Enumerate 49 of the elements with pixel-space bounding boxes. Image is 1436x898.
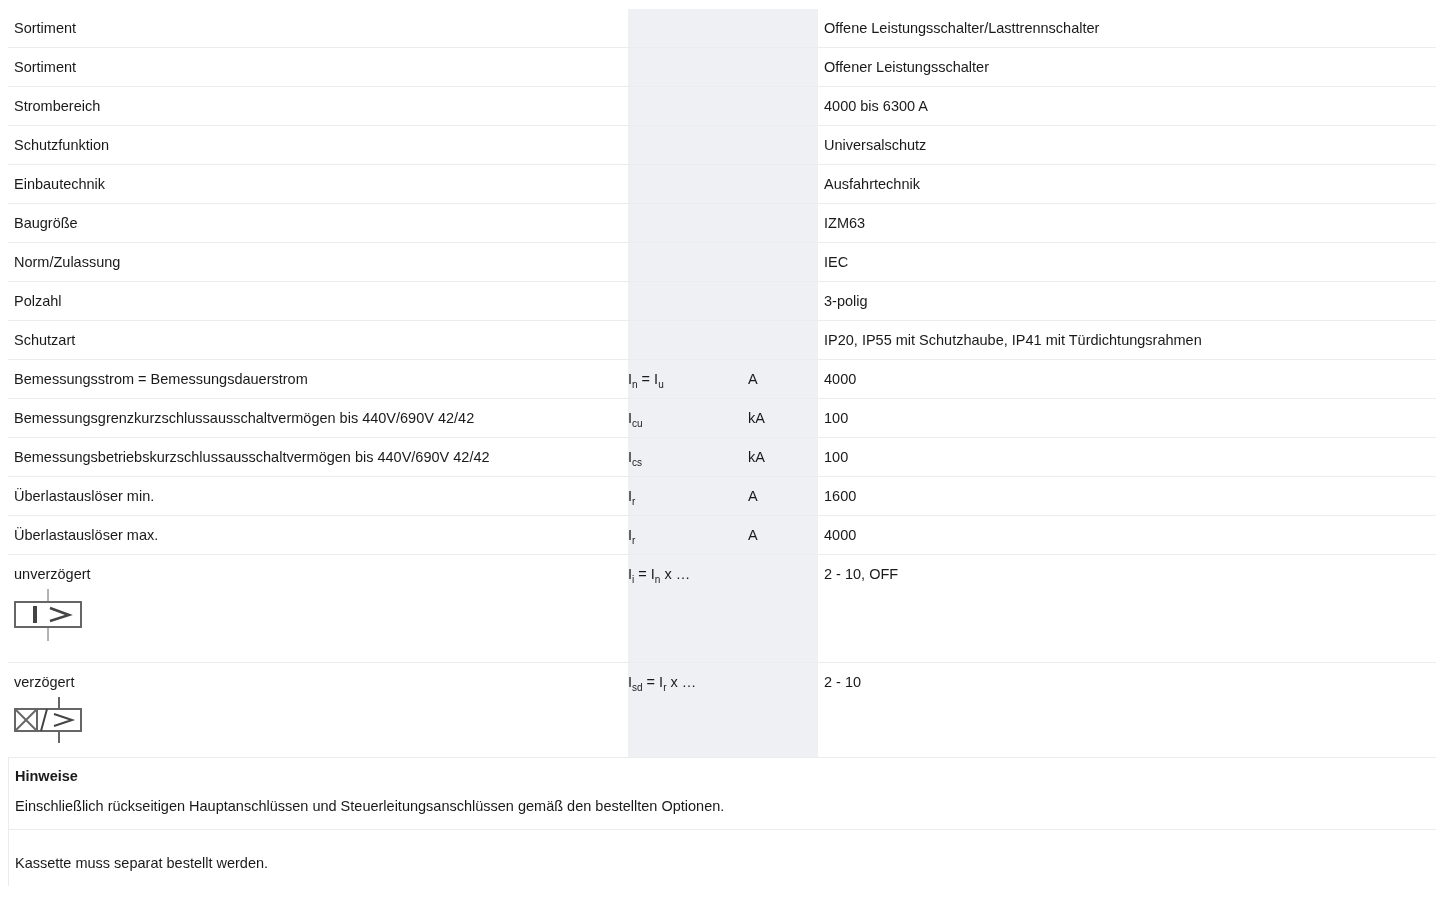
- property-value: 2 - 10, OFF: [824, 566, 899, 582]
- property-label: Bemessungsstrom = Bemessungsdauerstrom: [14, 370, 308, 388]
- property-value: 4000: [824, 371, 857, 387]
- property-label: Bemessungsgrenzkurzschlussausschaltvermögen bis 440V/690V 42/42: [14, 409, 475, 427]
- notes-heading: Hinweise: [15, 768, 78, 784]
- property-label: Norm/Zulassung: [14, 253, 121, 271]
- property-label: Bemessungsbetriebskurzschlussausschaltvermögen bis 440V/690V 42/42: [14, 448, 490, 466]
- property-label: Strombereich: [14, 97, 101, 115]
- property-label: verzögert: [14, 673, 75, 691]
- symbol-cell: I$_{r}$: [628, 516, 742, 554]
- property-value: 100: [824, 410, 849, 426]
- property-value: Offene Leistungsschalter/Lasttrennschalter: [824, 20, 1100, 36]
- symbol-cell: I$_{cu}$: [628, 399, 742, 437]
- note-text: Kassette muss separat bestellt werden.: [15, 855, 269, 871]
- unit-cell: A: [742, 516, 818, 554]
- property-value: IEC: [824, 254, 849, 270]
- property-value: 4000: [824, 527, 857, 543]
- property-label: Sortiment: [14, 19, 77, 37]
- property-value: 2 - 10: [824, 674, 862, 690]
- property-value: IP20, IP55 mit Schutzhaube, IP41 mit Türdichtungsrahmen: [824, 332, 1202, 348]
- property-value: Ausfahrtechnik: [824, 176, 920, 192]
- symbol-cell: I$_{sd}$ = I$_{r}$ x …: [628, 663, 742, 757]
- symbol-cell: I$_{cs}$: [628, 438, 742, 476]
- symbol-cell: I$_{i}$ = I$_{n}$ x …: [628, 555, 742, 662]
- property-label: Überlastauslöser max.: [14, 526, 159, 544]
- property-label: Einbautechnik: [14, 175, 106, 193]
- symbol-cell: I$_{n}$ = I$_{u}$: [628, 360, 742, 398]
- unit-cell: kA: [742, 438, 818, 476]
- property-label: Schutzart: [14, 331, 76, 349]
- property-label: unverzögert: [14, 565, 91, 583]
- property-value: 3-polig: [824, 293, 868, 309]
- note-text: Einschließlich rückseitigen Hauptanschlüssen und Steuerleitungsanschlüssen gemäß den bestellten Optionen.: [15, 798, 725, 814]
- property-label: Baugröße: [14, 214, 78, 232]
- symbol-cell: I$_{r}$: [628, 477, 742, 515]
- property-label: Schutzfunktion: [14, 136, 110, 154]
- delayed-trip-symbol-icon: [14, 697, 82, 743]
- property-value: Universalschutz: [824, 137, 927, 153]
- property-label: Sortiment: [14, 58, 77, 76]
- unit-cell: A: [742, 360, 818, 398]
- unit-cell: kA: [742, 399, 818, 437]
- property-value: Offener Leistungsschalter: [824, 59, 989, 75]
- property-label: Überlastauslöser min.: [14, 487, 155, 505]
- property-value: 100: [824, 449, 849, 465]
- property-value: 4000 bis 6300 A: [824, 98, 928, 114]
- property-value: 1600: [824, 488, 857, 504]
- property-value: IZM63: [824, 215, 866, 231]
- property-label: Polzahl: [14, 292, 62, 310]
- instantaneous-trip-symbol-icon: [14, 589, 82, 641]
- unit-cell: A: [742, 477, 818, 515]
